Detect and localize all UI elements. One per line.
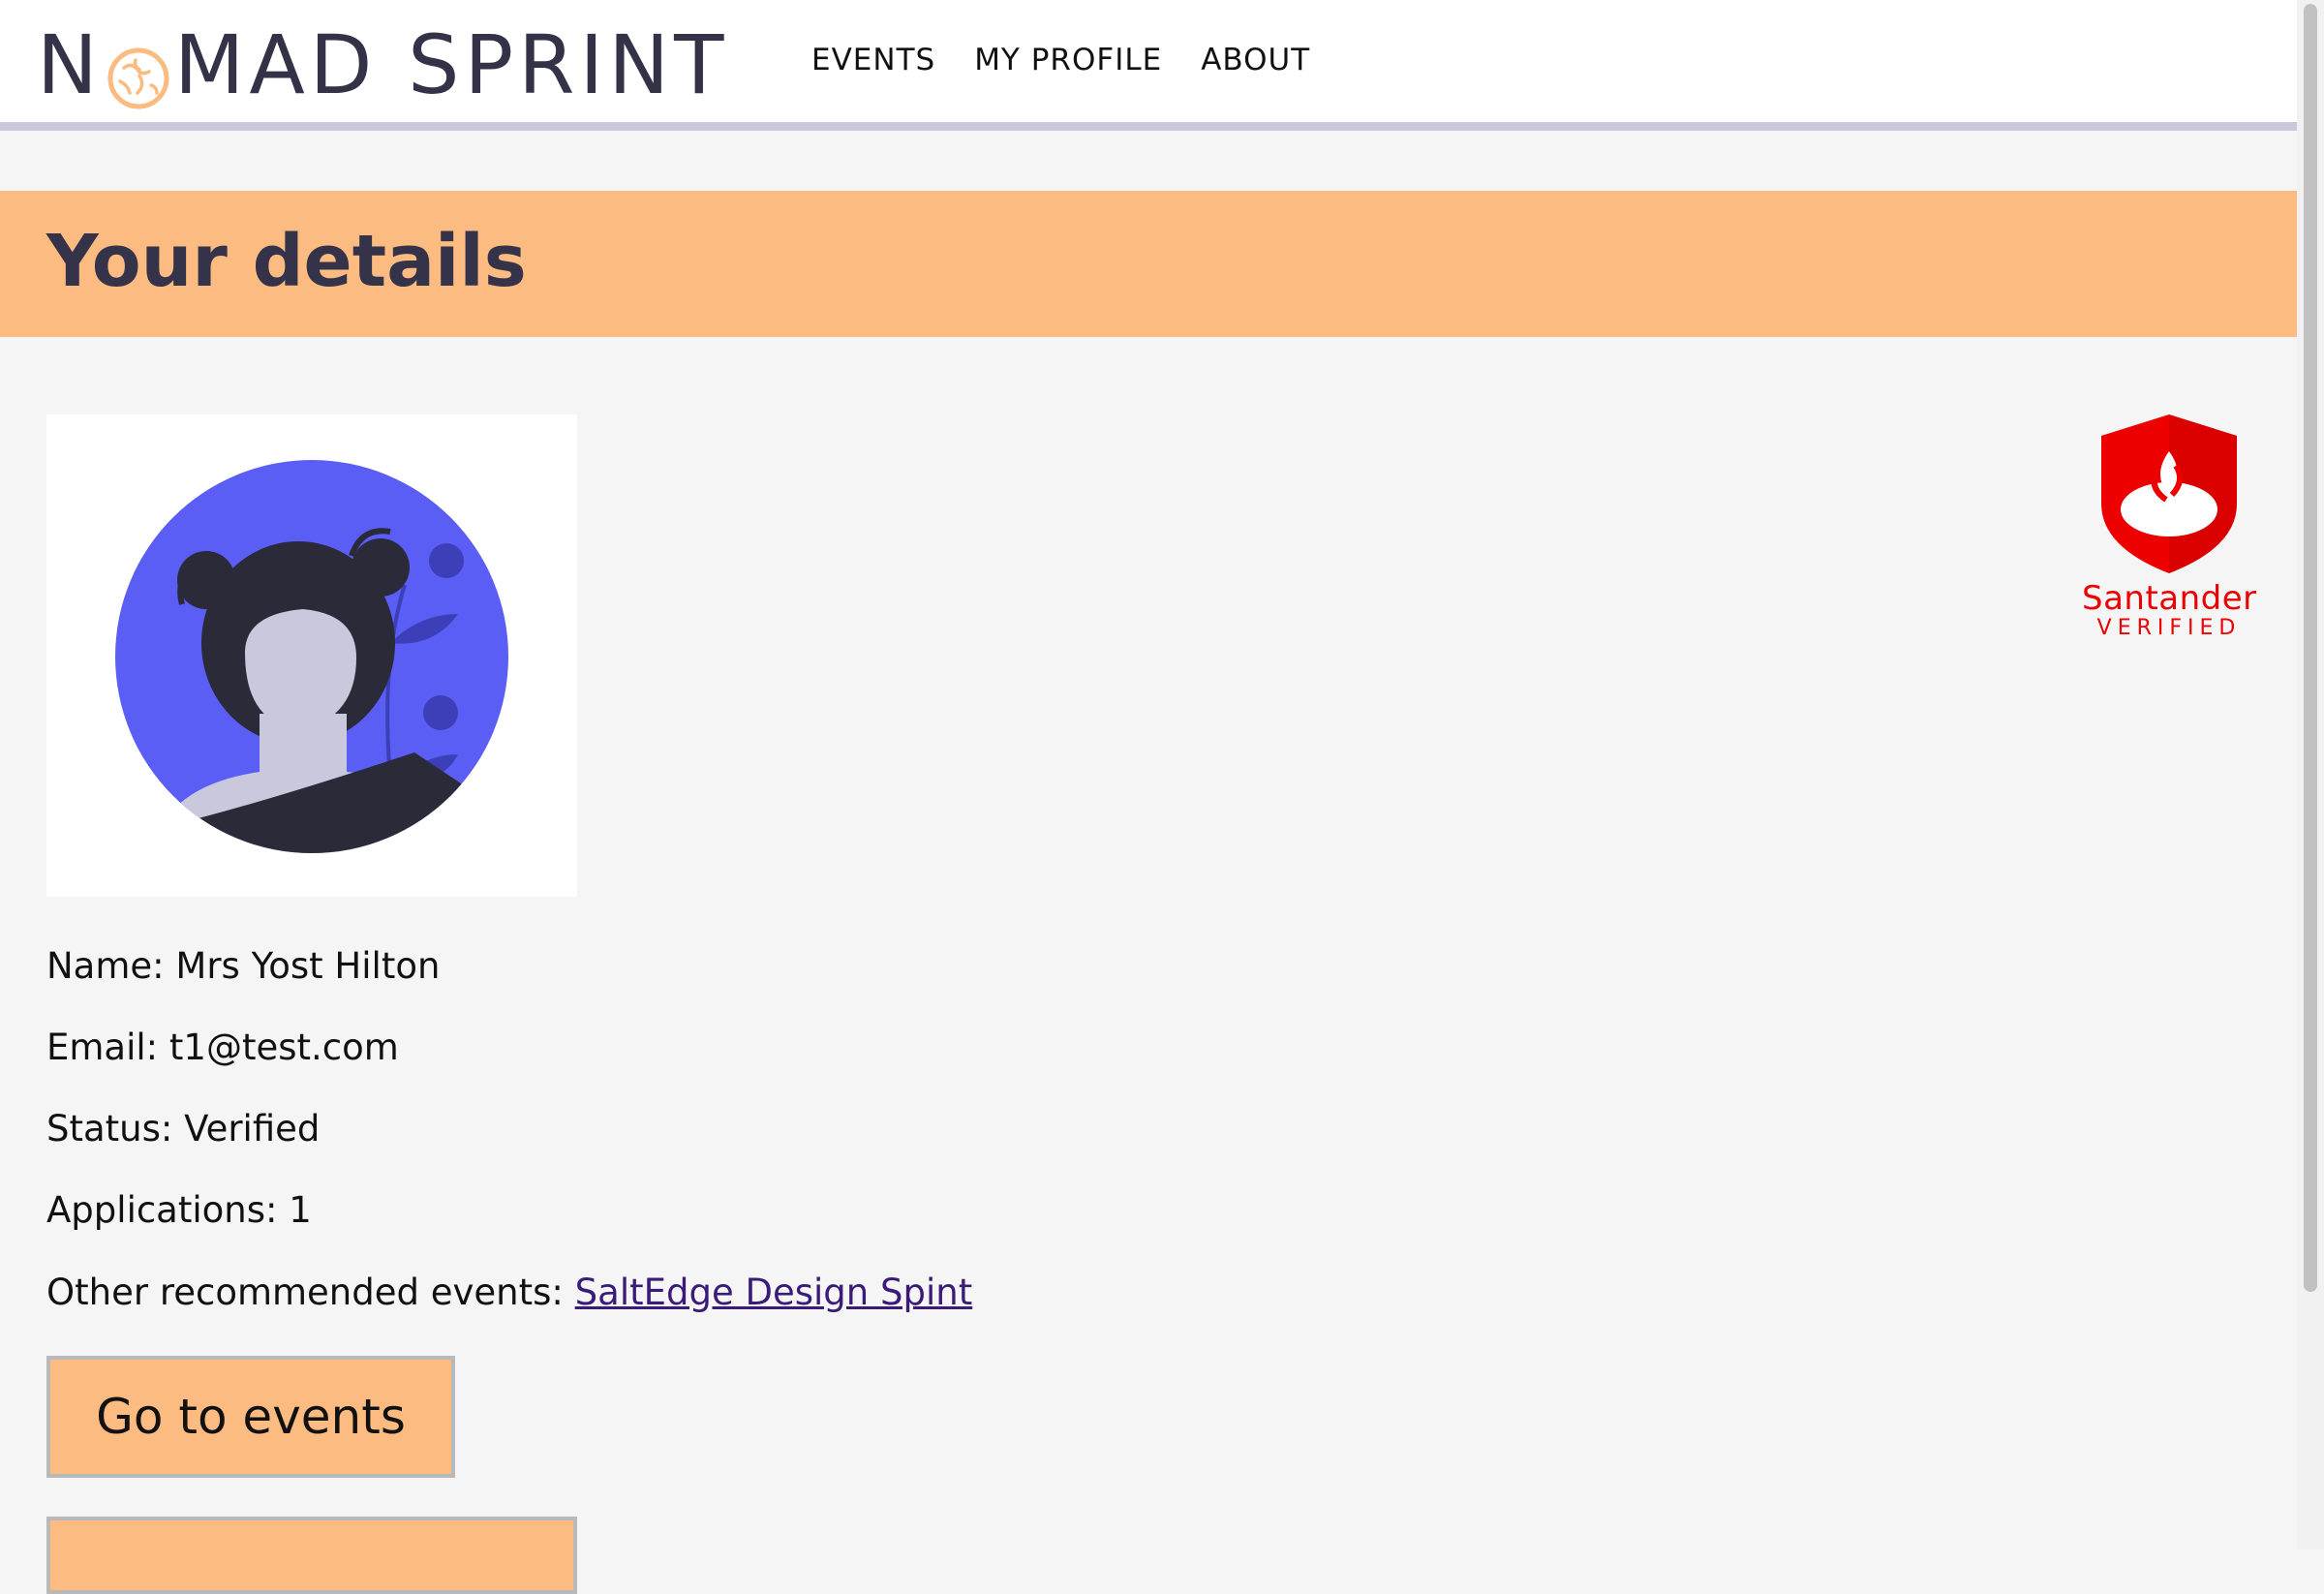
- applications-label: Applications:: [46, 1189, 290, 1231]
- nav-my-profile[interactable]: MY PROFILE: [974, 43, 1162, 77]
- nav-events[interactable]: EVENTS: [811, 43, 935, 77]
- name-value: Mrs Yost Hilton: [175, 945, 441, 987]
- main-nav: EVENTS MY PROFILE ABOUT: [811, 43, 1310, 77]
- page-title: Your details: [46, 220, 527, 303]
- recommended-events-row: Other recommended events: SaltEdge Desig…: [46, 1272, 972, 1313]
- recommended-event-link[interactable]: SaltEdge Design Spint: [575, 1272, 973, 1313]
- nomad-sprint-logo[interactable]: N MAD SPRINT: [37, 17, 728, 112]
- name-label: Name:: [46, 945, 176, 987]
- logo-globe-icon: [107, 35, 170, 109]
- logo-text-start: N: [37, 17, 103, 112]
- email-value: t1@test.com: [168, 1027, 399, 1068]
- badge-status: VERIFIED: [2096, 616, 2242, 640]
- santander-verified-badge: Santander VERIFIED: [2082, 413, 2256, 645]
- email-row: Email: t1@test.com: [46, 1027, 399, 1068]
- go-to-events-button[interactable]: Go to events: [46, 1356, 455, 1478]
- email-label: Email:: [46, 1027, 169, 1068]
- profile-avatar-card: [46, 414, 577, 897]
- status-label: Status:: [46, 1108, 185, 1150]
- recommended-label: Other recommended events:: [46, 1272, 575, 1313]
- status-value: Verified: [184, 1108, 321, 1150]
- avatar-illustration: [115, 460, 508, 853]
- status-row: Status: Verified: [46, 1108, 320, 1150]
- santander-shield-icon: [2101, 414, 2237, 573]
- page-title-banner: Your details: [0, 191, 2297, 337]
- top-navigation-bar: N MAD SPRINT EVENTS MY PROFILE ABOUT: [0, 0, 2297, 131]
- nav-about[interactable]: ABOUT: [1201, 43, 1310, 77]
- name-row: Name: Mrs Yost Hilton: [46, 945, 440, 987]
- logo-text-end: MAD SPRINT: [173, 17, 729, 112]
- badge-brand-name: Santander: [2082, 579, 2257, 618]
- applications-row: Applications: 1: [46, 1189, 312, 1231]
- secondary-action-button[interactable]: [46, 1517, 577, 1594]
- vertical-scrollbar-thumb[interactable]: [2304, 4, 2317, 1292]
- applications-value: 1: [289, 1189, 312, 1231]
